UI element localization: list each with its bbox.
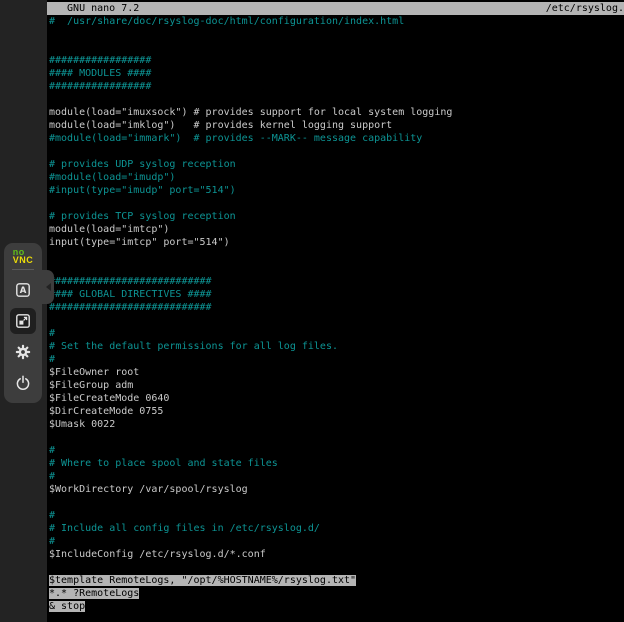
- config-line: $DirCreateMode 0755: [49, 405, 624, 418]
- settings-button[interactable]: [10, 339, 36, 365]
- config-line: #: [49, 444, 624, 457]
- config-line: ###########################: [49, 301, 624, 314]
- config-line: [49, 41, 624, 54]
- nano-file-path: /etc/rsyslog.: [546, 2, 624, 15]
- config-line: [49, 314, 624, 327]
- config-line: module(load="imtcp"): [49, 223, 624, 236]
- novnc-logo-vnc: VNC: [13, 256, 34, 264]
- selected-config-line: $template RemoteLogs, "/opt/%HOSTNAME%/r…: [49, 574, 624, 587]
- svg-text:A: A: [20, 286, 27, 296]
- config-line: ###########################: [49, 275, 624, 288]
- config-line: [49, 145, 624, 158]
- keyboard-button[interactable]: A: [10, 277, 36, 303]
- fullscreen-button[interactable]: [10, 308, 36, 334]
- config-line: [49, 496, 624, 509]
- selected-config-line: & stop: [49, 600, 624, 613]
- config-line: input(type="imtcp" port="514"): [49, 236, 624, 249]
- config-line: #: [49, 353, 624, 366]
- config-line: #################: [49, 80, 624, 93]
- nano-titlebar: GNU nano 7.2 /etc/rsyslog.: [47, 2, 624, 15]
- fullscreen-icon: [15, 313, 31, 329]
- config-line: #: [49, 535, 624, 548]
- a-key-icon: A: [15, 282, 31, 298]
- config-line: $FileOwner root: [49, 366, 624, 379]
- disconnect-button[interactable]: [10, 370, 36, 396]
- config-line: [49, 431, 624, 444]
- config-line: [49, 197, 624, 210]
- config-line: [49, 93, 624, 106]
- config-line: module(load="imklog") # provides kernel …: [49, 119, 624, 132]
- config-line: #: [49, 327, 624, 340]
- config-line: module(load="imuxsock") # provides suppo…: [49, 106, 624, 119]
- config-line: # provides UDP syslog reception: [49, 158, 624, 171]
- config-line: [49, 262, 624, 275]
- power-icon: [15, 375, 31, 391]
- config-line: $IncludeConfig /etc/rsyslog.d/*.conf: [49, 548, 624, 561]
- config-line: #module(load="imudp"): [49, 171, 624, 184]
- config-line: #input(type="imudp" port="514"): [49, 184, 624, 197]
- config-line: #: [49, 470, 624, 483]
- config-line: $Umask 0022: [49, 418, 624, 431]
- config-line: # Set the default permissions for all lo…: [49, 340, 624, 353]
- terminal-window: GNU nano 7.2 /etc/rsyslog. # /usr/share/…: [47, 0, 624, 622]
- config-line: #module(load="immark") # provides --MARK…: [49, 132, 624, 145]
- config-line: $FileGroup adm: [49, 379, 624, 392]
- control-bar-collapse-handle[interactable]: [42, 270, 54, 304]
- toolbar-divider: [12, 269, 34, 270]
- nano-edit-buffer[interactable]: # /usr/share/doc/rsyslog-doc/html/config…: [47, 15, 624, 613]
- gear-icon: [15, 344, 31, 360]
- config-line: # /usr/share/doc/rsyslog-doc/html/config…: [49, 15, 624, 28]
- config-line: #################: [49, 54, 624, 67]
- config-line: #### MODULES ####: [49, 67, 624, 80]
- config-line: # Where to place spool and state files: [49, 457, 624, 470]
- config-line: # Include all config files in /etc/rsysl…: [49, 522, 624, 535]
- novnc-control-bar: no VNC A: [4, 243, 42, 403]
- toolbar-buttons: A: [10, 272, 36, 396]
- config-line: $WorkDirectory /var/spool/rsyslog: [49, 483, 624, 496]
- collapse-arrow-left-icon: [46, 283, 51, 291]
- nano-app-title: GNU nano 7.2: [55, 2, 139, 15]
- config-line: #: [49, 509, 624, 522]
- config-line: [49, 561, 624, 574]
- config-line: [49, 249, 624, 262]
- config-line: #### GLOBAL DIRECTIVES ####: [49, 288, 624, 301]
- selected-config-line: *.* ?RemoteLogs: [49, 587, 624, 600]
- config-line: $FileCreateMode 0640: [49, 392, 624, 405]
- novnc-logo: no VNC: [13, 248, 34, 264]
- config-line: # provides TCP syslog reception: [49, 210, 624, 223]
- config-line: [49, 28, 624, 41]
